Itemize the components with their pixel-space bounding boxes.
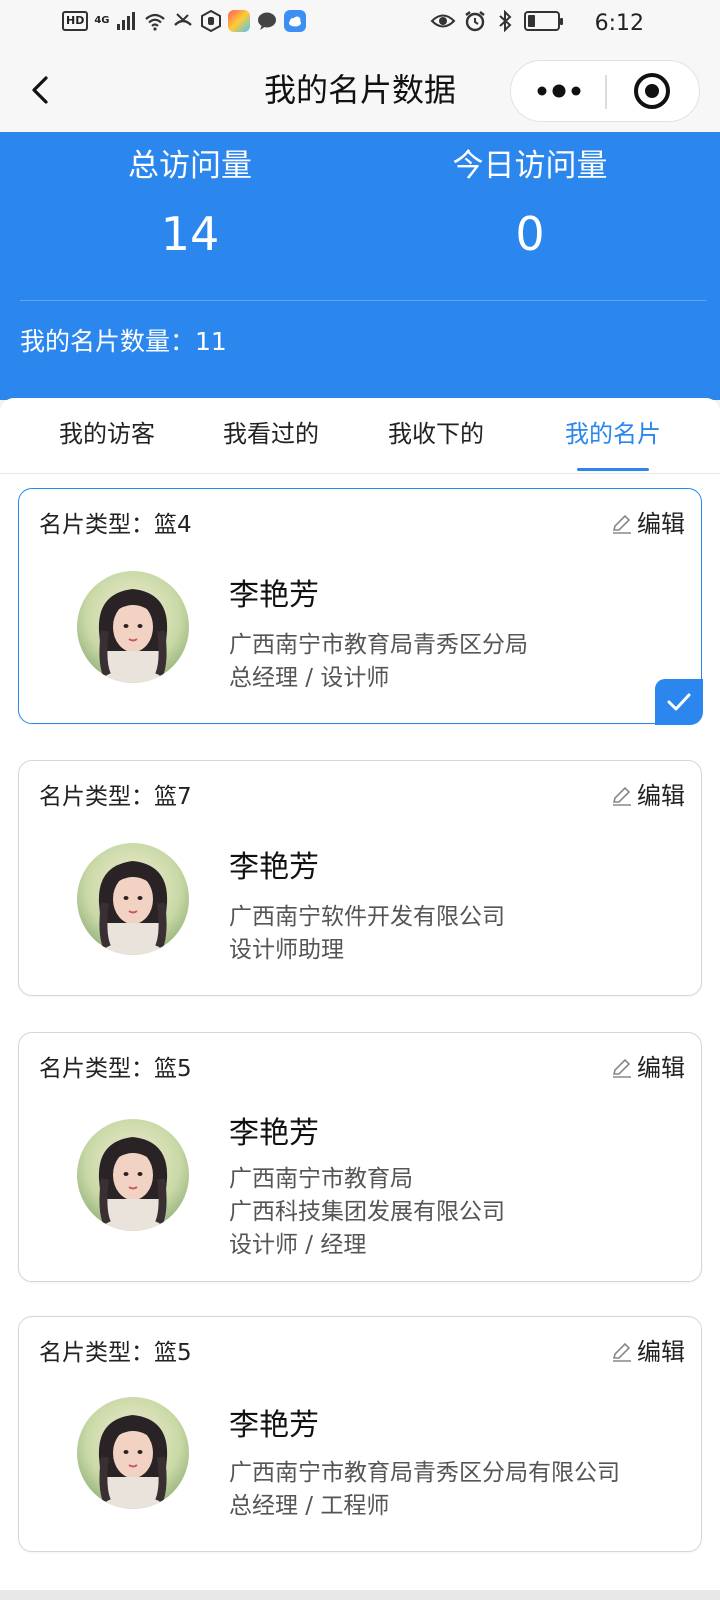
card-type: 名片类型：篮5	[39, 1056, 192, 1082]
person-name: 李艳芳	[229, 850, 319, 885]
hand-icon	[200, 10, 221, 32]
edit-label: 编辑	[637, 782, 685, 810]
eye-icon	[430, 14, 456, 28]
person-name: 李艳芳	[229, 1408, 319, 1443]
tab-received[interactable]: 我收下的	[352, 416, 520, 452]
card-count: 我的名片数量：11	[20, 327, 227, 356]
missed-call-icon	[173, 13, 192, 26]
card-type: 名片类型：篮7	[39, 784, 192, 810]
battery-icon	[524, 11, 563, 31]
pencil-icon	[612, 786, 631, 806]
network-label: 4G	[94, 15, 110, 26]
message-icon	[257, 12, 276, 30]
card-line: 总经理 / 工程师	[229, 1493, 390, 1519]
active-tab-indicator	[577, 468, 649, 471]
stats-divider	[20, 300, 706, 301]
tab-viewed[interactable]: 我看过的	[187, 416, 355, 452]
card-line: 广西南宁软件开发有限公司	[229, 904, 505, 930]
tab-bar: 我的访客 我看过的 我收下的 我的名片	[0, 398, 720, 474]
person-name: 李艳芳	[229, 1116, 319, 1151]
status-bar: HD 4G 6:12	[0, 0, 720, 48]
business-card[interactable]: 名片类型：篮5 编辑 李艳芳 广西南宁	[18, 1316, 702, 1552]
card-line: 广西南宁市教育局青秀区分局有限公司	[229, 1460, 620, 1486]
edit-label: 编辑	[637, 1338, 685, 1366]
status-right-icons	[430, 10, 563, 32]
card-type: 名片类型：篮5	[39, 1340, 192, 1366]
card-line: 设计师 / 经理	[229, 1232, 367, 1258]
alarm-icon	[465, 11, 485, 32]
card-type: 名片类型：篮4	[39, 512, 192, 538]
stats-header: 总访问量 14 今日访问量 0 我的名片数量：11	[0, 132, 720, 400]
today-visits: 今日访问量 0	[360, 144, 700, 268]
business-card[interactable]: 名片类型：篮4 编辑 李艳芳 广西南宁市教育局青秀区分局 总经理 / 设计师	[18, 488, 703, 725]
today-visits-value: 0	[515, 207, 545, 261]
bluetooth-icon	[499, 10, 512, 32]
tab-visitors[interactable]: 我的访客	[23, 416, 191, 452]
edit-label: 编辑	[637, 1054, 685, 1082]
edit-button[interactable]: 编辑	[611, 1335, 685, 1369]
total-visits-label: 总访问量	[128, 148, 252, 184]
person-name: 李艳芳	[229, 578, 319, 613]
hd-badge: HD	[62, 11, 89, 31]
avatar	[77, 843, 189, 955]
more-dots-icon[interactable]	[511, 61, 605, 121]
business-card[interactable]: 名片类型：篮7 编辑 李艳芳 广西南宁软件开发有限公司 设计师助理	[18, 760, 702, 996]
avatar	[77, 1119, 189, 1231]
avatar	[77, 571, 189, 683]
wifi-icon	[144, 13, 165, 31]
target-circle-icon[interactable]	[607, 61, 701, 121]
pencil-icon	[612, 1058, 631, 1078]
card-list: 名片类型：篮4 编辑 李艳芳 广西南宁市教育局青秀区分局 总经理 / 设计师 名…	[0, 474, 720, 1600]
status-time: 6:12	[594, 11, 644, 36]
card-line: 设计师助理	[229, 937, 344, 963]
pencil-icon	[612, 514, 631, 534]
card-line: 广西南宁市教育局	[229, 1166, 413, 1192]
card-line: 总经理 / 设计师	[229, 665, 390, 691]
total-visits-value: 14	[160, 207, 220, 261]
avatar	[77, 1397, 189, 1509]
mini-program-capsule	[510, 60, 700, 122]
tab-my-cards[interactable]: 我的名片	[529, 416, 697, 452]
edit-button[interactable]: 编辑	[611, 507, 685, 541]
app-notification-icon	[227, 10, 250, 32]
edit-label: 编辑	[637, 510, 685, 538]
selected-badge	[654, 678, 703, 725]
next-card-edge	[0, 1590, 720, 1600]
cloud-app-icon	[283, 10, 306, 32]
signal-icon	[116, 12, 135, 30]
pencil-icon	[612, 1342, 631, 1362]
today-visits-label: 今日访问量	[452, 148, 608, 184]
nav-bar: 我的名片数据	[0, 48, 720, 132]
check-icon	[667, 693, 690, 710]
total-visits: 总访问量 14	[20, 144, 360, 268]
edit-button[interactable]: 编辑	[611, 779, 685, 813]
card-line: 广西南宁市教育局青秀区分局	[229, 632, 528, 658]
business-card[interactable]: 名片类型：篮5 编辑 李艳芳 广西南宁	[18, 1032, 702, 1282]
status-left-icons: HD 4G	[62, 10, 306, 32]
edit-button[interactable]: 编辑	[611, 1051, 685, 1085]
card-line: 广西科技集团发展有限公司	[229, 1199, 505, 1225]
